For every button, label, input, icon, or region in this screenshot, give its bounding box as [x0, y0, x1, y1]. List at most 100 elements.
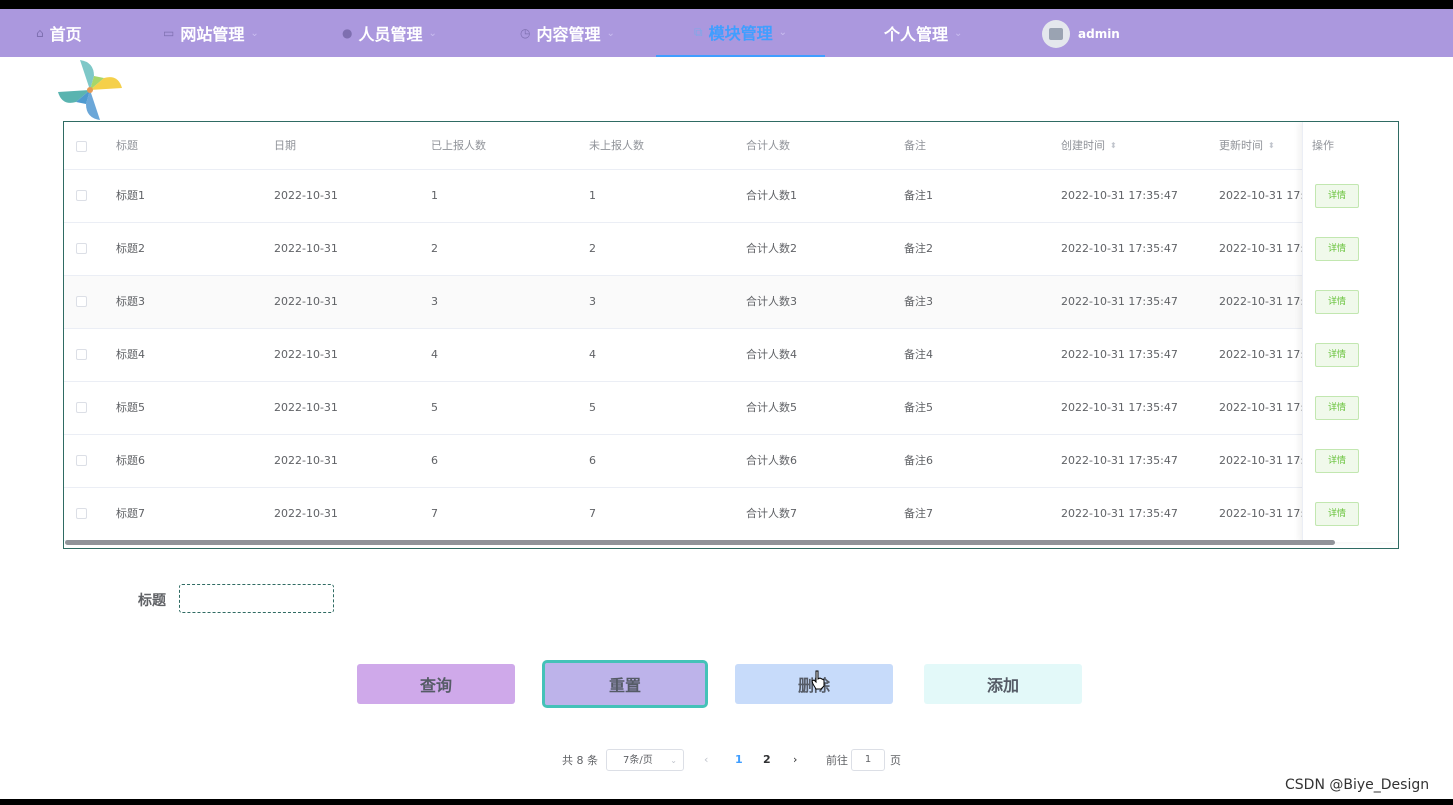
detail-button[interactable]: 详情 — [1315, 343, 1359, 367]
table-row: 标题6 2022-10-31 6 6 合计人数6 备注6 2022-10-31 17:35:… — [64, 435, 1398, 488]
goto-prefix: 前往 — [826, 754, 848, 767]
nav-item-label: 人员管理 — [358, 25, 423, 44]
table-row: 标题5 2022-10-31 5 5 合计人数5 备注5 2022-10-31 17:35:… — [64, 382, 1398, 435]
column-header-total: 合计人数 — [746, 139, 790, 152]
cell-title: 标题3 — [116, 295, 145, 308]
nav-item-site-management[interactable]: ▭ 网站管理 ⌄ — [163, 9, 259, 57]
detail-button[interactable]: 详情 — [1315, 502, 1359, 526]
cell-total: 合计人数6 — [746, 454, 797, 467]
chevron-down-icon: ⌄ — [778, 26, 787, 38]
chevron-down-icon: ⌄ — [954, 27, 963, 39]
cell-reported: 6 — [431, 454, 438, 467]
cell-date: 2022-10-31 — [274, 189, 338, 202]
column-header-reported: 已上报人数 — [431, 139, 486, 152]
cell-date: 2022-10-31 — [274, 295, 338, 308]
sort-icon[interactable]: ⬍ — [1268, 142, 1275, 150]
row-checkbox[interactable] — [76, 190, 87, 201]
data-table: 标题 日期 已上报人数 未上报人数 合计人数 备注 创建时间 ⬍ 更新时间 ⬍ 标题… — [63, 121, 1399, 549]
cell-total: 合计人数3 — [746, 295, 797, 308]
title-filter-input[interactable] — [179, 584, 334, 613]
horizontal-scrollbar[interactable] — [65, 540, 1335, 545]
table-row: 标题1 2022-10-31 1 1 合计人数1 备注1 2022-10-31 17:35:… — [64, 170, 1398, 223]
page-number-2[interactable]: 2 — [763, 748, 771, 772]
cell-reported: 4 — [431, 348, 438, 361]
next-page-button[interactable]: › — [793, 748, 797, 772]
nav-item-label: 模块管理 — [708, 24, 773, 43]
column-header-title: 标题 — [116, 139, 138, 152]
home-icon: ⌂ — [36, 26, 44, 40]
row-checkbox[interactable] — [76, 508, 87, 519]
row-checkbox[interactable] — [76, 402, 87, 413]
cell-created-time: 2022-10-31 17:35:47 — [1061, 189, 1178, 202]
cell-total: 合计人数2 — [746, 242, 797, 255]
cell-title: 标题6 — [116, 454, 145, 467]
detail-button[interactable]: 详情 — [1315, 184, 1359, 208]
row-checkbox[interactable] — [76, 349, 87, 360]
cell-unreported: 3 — [589, 295, 596, 308]
detail-button[interactable]: 详情 — [1315, 449, 1359, 473]
cell-remark: 备注2 — [904, 242, 933, 255]
cell-title: 标题1 — [116, 189, 145, 202]
nav-item-personal-management[interactable]: 个人管理 ⌄ — [884, 9, 962, 57]
column-header-label: 更新时间 — [1219, 139, 1263, 152]
detail-button[interactable]: 详情 — [1315, 237, 1359, 261]
cell-total: 合计人数5 — [746, 401, 797, 414]
cell-date: 2022-10-31 — [274, 507, 338, 520]
copy-icon: ⧉ — [694, 24, 703, 39]
cell-unreported: 7 — [589, 507, 596, 520]
chevron-down-icon: ⌄ — [250, 27, 259, 39]
nav-item-people-management[interactable]: ● 人员管理 ⌄ — [342, 9, 437, 57]
cell-title: 标题2 — [116, 242, 145, 255]
page-size-select[interactable]: 7条/页 ⌄ — [606, 749, 684, 771]
cell-total: 合计人数4 — [746, 348, 797, 361]
monitor-icon: ▭ — [163, 26, 175, 40]
page-size-value: 7条/页 — [623, 755, 653, 766]
user-menu[interactable]: admin — [1042, 19, 1120, 49]
column-header-action: 操作 — [1312, 139, 1334, 152]
add-button[interactable]: 添加 — [924, 664, 1082, 704]
avatar — [1042, 20, 1070, 48]
nav-item-module-management[interactable]: ⧉ 模块管理 ⌄ — [656, 9, 825, 57]
table-row: 标题4 2022-10-31 4 4 合计人数4 备注4 2022-10-31 17:35:… — [64, 329, 1398, 382]
row-checkbox[interactable] — [76, 296, 87, 307]
cell-date: 2022-10-31 — [274, 401, 338, 414]
table-row: 标题7 2022-10-31 7 7 合计人数7 备注7 2022-10-31 17:35:… — [64, 488, 1398, 541]
hand-cursor-icon — [811, 670, 825, 690]
cell-reported: 3 — [431, 295, 438, 308]
cell-unreported: 2 — [589, 242, 596, 255]
row-checkbox[interactable] — [76, 455, 87, 466]
sort-icon[interactable]: ⬍ — [1110, 142, 1117, 150]
window-top-border — [0, 0, 1453, 9]
cell-reported: 1 — [431, 189, 438, 202]
prev-page-button[interactable]: ‹ — [704, 748, 708, 772]
cell-total: 合计人数7 — [746, 507, 797, 520]
goto-suffix: 页 — [890, 754, 901, 767]
column-header-updated-time[interactable]: 更新时间 ⬍ — [1219, 122, 1275, 169]
action-column: 操作 详情 详情 详情 详情 详情 详情 详情 — [1302, 122, 1398, 542]
table-row: 标题2 2022-10-31 2 2 合计人数2 备注2 2022-10-31 17:35:… — [64, 223, 1398, 276]
reset-button[interactable]: 重置 — [542, 660, 708, 708]
cell-remark: 备注7 — [904, 507, 933, 520]
cell-total: 合计人数1 — [746, 189, 797, 202]
cell-date: 2022-10-31 — [274, 454, 338, 467]
select-all-checkbox[interactable] — [76, 141, 87, 152]
column-header-date: 日期 — [274, 139, 296, 152]
cell-unreported: 4 — [589, 348, 596, 361]
goto-page-input[interactable]: 1 — [851, 749, 885, 771]
search-button[interactable]: 查询 — [357, 664, 515, 704]
row-checkbox[interactable] — [76, 243, 87, 254]
watermark: CSDN @Biye_Design — [1285, 777, 1430, 793]
clock-icon: ◷ — [520, 26, 531, 40]
nav-item-content-management[interactable]: ◷ 内容管理 ⌄ — [520, 9, 615, 57]
page-number-1[interactable]: 1 — [735, 748, 743, 772]
cell-created-time: 2022-10-31 17:35:47 — [1061, 242, 1178, 255]
column-header-created-time[interactable]: 创建时间 ⬍ — [1061, 122, 1117, 169]
nav-item-label: 网站管理 — [180, 25, 245, 44]
detail-button[interactable]: 详情 — [1315, 396, 1359, 420]
cell-reported: 2 — [431, 242, 438, 255]
cell-remark: 备注3 — [904, 295, 933, 308]
nav-item-home[interactable]: ⌂ 首页 — [36, 9, 82, 57]
nav-item-label: 首页 — [49, 25, 82, 44]
detail-button[interactable]: 详情 — [1315, 290, 1359, 314]
cell-reported: 5 — [431, 401, 438, 414]
